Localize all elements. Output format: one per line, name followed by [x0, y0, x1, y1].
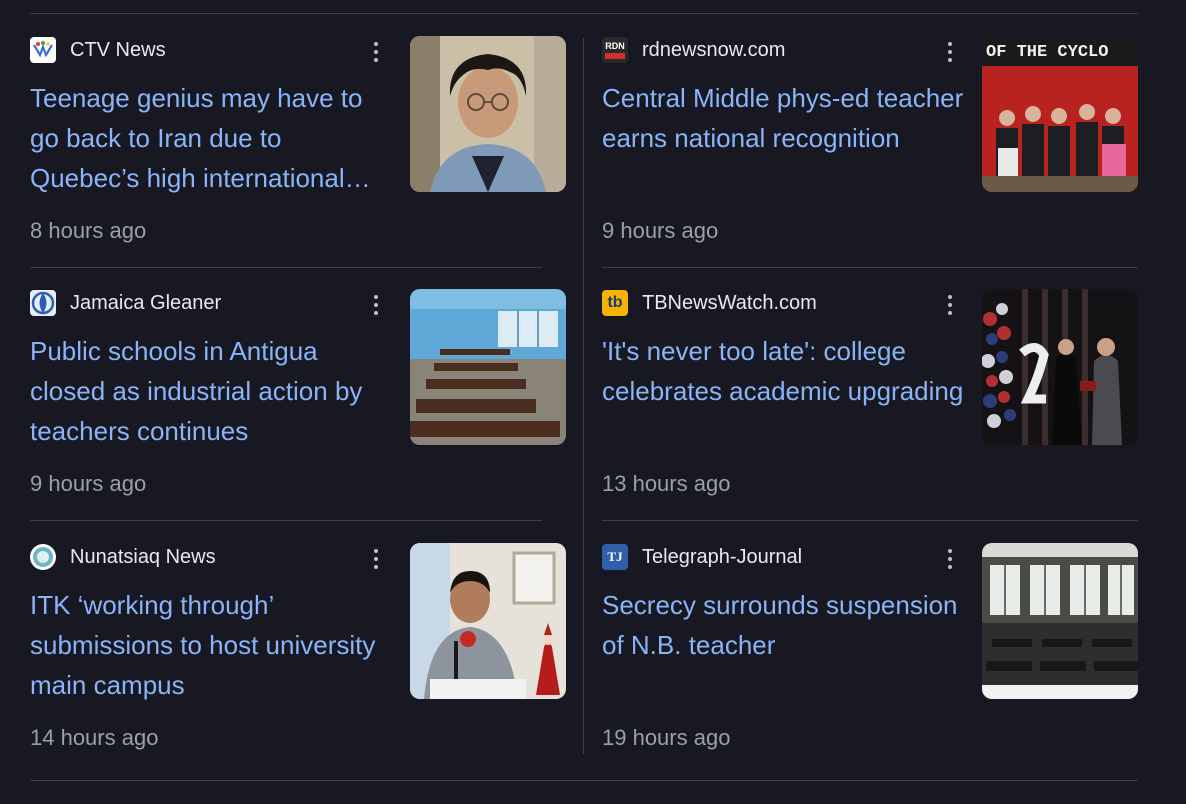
source-name[interactable]: TBNewsWatch.com [642, 292, 817, 315]
more-vert-icon[interactable] [366, 38, 386, 66]
tbnewswatch-logo: tb [602, 290, 628, 316]
headline-link[interactable]: ITK ‘working through’ submissions to hos… [30, 585, 392, 705]
nunatsiaq-logo [30, 544, 56, 570]
source-name[interactable]: rdnewsnow.com [642, 39, 785, 62]
more-vert-icon[interactable] [940, 38, 960, 66]
column-divider [583, 38, 584, 754]
headline-link[interactable]: Public schools in Antigua closed as indu… [30, 331, 392, 451]
school-interior-photo[interactable] [982, 543, 1138, 699]
timestamp: 14 hours ago [30, 725, 159, 750]
headline-link[interactable]: Central Middle phys-ed teacher earns nat… [602, 78, 964, 158]
more-vert-icon[interactable] [940, 291, 960, 319]
timestamp: 13 hours ago [602, 471, 731, 496]
more-vert-icon[interactable] [366, 545, 386, 573]
news-card[interactable]: TJ Telegraph-Journal Secrecy surrounds s… [602, 543, 1138, 795]
empty-classroom-photo[interactable] [410, 289, 566, 445]
timestamp: 19 hours ago [602, 725, 731, 750]
teen-portrait-photo[interactable] [410, 36, 566, 192]
source-name[interactable]: Jamaica Gleaner [70, 292, 221, 315]
news-card[interactable]: RDN rdnewsnow.com Central Middle phys-ed… [602, 36, 1138, 288]
news-card[interactable]: Jamaica Gleaner Public schools in Antigu… [30, 289, 566, 541]
school-group-photo[interactable]: OF THE CYCLO [982, 36, 1138, 192]
news-card[interactable]: tb TBNewsWatch.com 'It's never too late'… [602, 289, 1138, 541]
tj-logo-text: TJ [607, 549, 623, 564]
rdn-logo: RDN [602, 37, 628, 63]
news-card[interactable]: Nunatsiaq News ITK ‘working through’ sub… [30, 543, 566, 795]
top-divider [30, 13, 1138, 14]
timestamp: 9 hours ago [602, 218, 719, 243]
source-row: Nunatsiaq News [30, 543, 216, 571]
press-conference-photo[interactable] [410, 543, 566, 699]
more-vert-icon[interactable] [940, 545, 960, 573]
rdn-logo-text: RDN [605, 41, 625, 51]
source-row: RDN rdnewsnow.com [602, 36, 785, 64]
news-card[interactable]: CTV News Teenage genius may have to go b… [30, 36, 566, 288]
timestamp: 8 hours ago [30, 218, 147, 243]
source-name[interactable]: Telegraph-Journal [642, 546, 802, 569]
source-row: tb TBNewsWatch.com [602, 289, 817, 317]
telegraph-journal-logo: TJ [602, 544, 628, 570]
ctv-news-logo [30, 37, 56, 63]
source-name[interactable]: CTV News [70, 39, 166, 62]
tb-logo-text: tb [607, 294, 623, 311]
timestamp: 9 hours ago [30, 471, 147, 496]
headline-link[interactable]: 'It's never too late': college celebrate… [602, 331, 964, 411]
source-name[interactable]: Nunatsiaq News [70, 546, 216, 569]
headline-link[interactable]: Secrecy surrounds suspension of N.B. tea… [602, 585, 964, 665]
jamaica-gleaner-logo [30, 290, 56, 316]
source-row: CTV News [30, 36, 166, 64]
source-row: TJ Telegraph-Journal [602, 543, 802, 571]
more-vert-icon[interactable] [366, 291, 386, 319]
headline-link[interactable]: Teenage genius may have to go back to Ir… [30, 78, 392, 198]
graduation-ceremony-photo[interactable] [982, 289, 1138, 445]
thumbnail-banner-text: OF THE CYCLO [986, 43, 1108, 62]
source-row: Jamaica Gleaner [30, 289, 221, 317]
